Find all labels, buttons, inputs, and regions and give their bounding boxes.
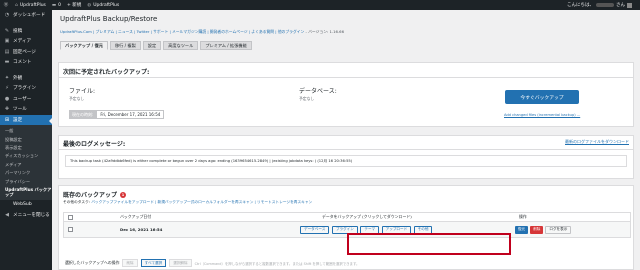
download-database-button[interactable]: データベース bbox=[300, 225, 330, 234]
tab-advanced-tools[interactable]: 高度なツール bbox=[163, 41, 199, 50]
submenu-privacy[interactable]: プライバシー bbox=[0, 177, 52, 185]
page-title: UpdraftPlus Backup/Restore bbox=[60, 15, 158, 23]
select-all-button[interactable]: すべて選択 bbox=[140, 259, 167, 267]
page-icon: ▤ bbox=[4, 48, 10, 55]
collapse-menu-button[interactable]: ◀ メニューを閉じる bbox=[0, 210, 52, 221]
table-header: バックアップ日付 データをバックアップ (クリックしてダウンロード) 操作 bbox=[63, 212, 631, 222]
more-tasks: その他のタスク: バックアップファイルをアップロード | 新規バックアップ一式の… bbox=[63, 200, 313, 204]
delete-button[interactable]: 削除 bbox=[530, 225, 544, 234]
admin-sidebar: ◔ ダッシュボード ✎ 投稿 ▣ メディア ▤ 固定ページ ▬ コメント ✦ 外観 ⚡ プラグ… bbox=[0, 10, 52, 270]
current-time: 現在の時刻: Fri, December 17, 2021 16:54 bbox=[69, 110, 165, 119]
backup-now-button[interactable]: 今すぐバックアップ bbox=[505, 90, 579, 104]
settings-icon: ⊞ bbox=[4, 116, 10, 123]
avatar-icon bbox=[627, 2, 632, 8]
settings-submenu: 一般 投稿設定 表示設定 ディスカッション メディア パーマリンク プライバシー… bbox=[0, 125, 52, 200]
last-log-panel: 最後のログメッセージ: 最新のログファイルをダウンロード This backup… bbox=[58, 135, 634, 179]
files-label: ファイル: bbox=[69, 88, 96, 95]
last-log-heading: 最後のログメッセージ: bbox=[63, 141, 126, 148]
backups-table: バックアップ日付 データをバックアップ (クリックしてダウンロード) 操作 De… bbox=[63, 212, 631, 238]
bulk-hint: Ctrl（Command）を押しながら選択すると複数選択できます。または Shi… bbox=[194, 261, 360, 266]
menu-plugins[interactable]: ⚡ プラグイン bbox=[0, 83, 52, 94]
site-name-link[interactable]: ⌂ UpdraftPlus bbox=[12, 0, 49, 10]
menu-media[interactable]: ▣ メディア bbox=[0, 36, 52, 47]
dashboard-icon: ◔ bbox=[4, 12, 10, 19]
menu-dashboard[interactable]: ◔ ダッシュボード bbox=[0, 10, 52, 21]
submenu-permalinks[interactable]: パーマリンク bbox=[0, 169, 52, 177]
my-account[interactable]: こんにちは、 さん bbox=[564, 0, 640, 10]
media-icon: ▣ bbox=[4, 38, 10, 45]
log-message: This backup task (42a9ddbb6fed) is eithe… bbox=[65, 155, 627, 167]
appearance-icon: ✦ bbox=[4, 74, 10, 81]
files-schedule: 予定なし bbox=[69, 96, 85, 101]
restore-button[interactable]: 復元 bbox=[515, 225, 529, 234]
bulk-actions: 選択したバックアップへの操作 削除 すべて選択 選択解除 Ctrl（Comman… bbox=[65, 259, 360, 267]
menu-websub[interactable]: WebSub bbox=[0, 200, 52, 211]
plugin-links[interactable]: UpdraftPlus.Com | プレミアム | ニュース | Twitter… bbox=[60, 29, 344, 35]
submenu-reading[interactable]: 表示設定 bbox=[0, 144, 52, 152]
comments-link[interactable]: ▬ 0 bbox=[49, 0, 64, 10]
download-others-button[interactable]: その他 bbox=[413, 225, 433, 234]
user-icon: ● bbox=[4, 95, 10, 102]
menu-users[interactable]: ● ユーザー bbox=[0, 94, 52, 105]
existing-backups-panel: 既存のバックアップ 1 その他のタスク: バックアップファイルをアップロード | … bbox=[58, 185, 634, 270]
download-plugins-button[interactable]: プラグイン bbox=[331, 225, 358, 234]
download-uploads-button[interactable]: アップロード bbox=[381, 225, 412, 234]
download-buttons: データベース プラグイン テーマ アップロード その他 bbox=[300, 225, 433, 234]
incremental-backup-link[interactable]: Add changed files (incremental backup) .… bbox=[504, 113, 580, 117]
view-log-button[interactable]: ログを表示 bbox=[545, 225, 572, 234]
existing-backups-heading: 既存のバックアップ 1 bbox=[63, 191, 127, 199]
plugin-icon: ⚡ bbox=[5, 85, 9, 92]
submenu-general[interactable]: 一般 bbox=[0, 127, 52, 135]
nav-tabs: バックアップ / 復元 移行 / 複製 設定 高度なツール プレミアム / 拡張… bbox=[60, 41, 252, 50]
menu-comments[interactable]: ▬ コメント bbox=[0, 57, 52, 68]
tools-icon: ✚ bbox=[4, 106, 10, 113]
submenu-discussion[interactable]: ディスカッション bbox=[0, 152, 52, 160]
menu-appearance[interactable]: ✦ 外観 bbox=[0, 73, 52, 84]
updraft-icon: ◍ bbox=[87, 2, 92, 8]
tab-premium[interactable]: プレミアム / 拡張機能 bbox=[200, 41, 252, 50]
new-content-link[interactable]: + 新規 bbox=[64, 0, 84, 10]
next-backups-heading: 次回に予定されたバックアップ: bbox=[63, 69, 150, 76]
comment-icon: ▬ bbox=[51, 2, 57, 8]
username-blurred bbox=[596, 3, 614, 7]
deselect-button[interactable]: 選択解除 bbox=[169, 259, 192, 267]
submenu-writing[interactable]: 投稿設定 bbox=[0, 135, 52, 143]
updraft-menu[interactable]: ◍ UpdraftPlus bbox=[84, 0, 122, 10]
collapse-icon: ◀ bbox=[5, 212, 9, 219]
admin-bar: ⓪ ⌂ UpdraftPlus ▬ 0 + 新規 ◍ UpdraftPlus こんにち… bbox=[0, 0, 640, 10]
tab-migrate-clone[interactable]: 移行 / 複製 bbox=[109, 41, 141, 50]
tab-settings[interactable]: 設定 bbox=[142, 41, 162, 50]
table-row: Dec 16, 2021 16:54 データベース プラグイン テーマ アップロ… bbox=[63, 222, 631, 238]
backup-date: Dec 16, 2021 16:54 bbox=[120, 227, 163, 232]
submenu-media[interactable]: メディア bbox=[0, 161, 52, 169]
more-tasks-links[interactable]: バックアップファイルをアップロード | 新規バックアップ一式のローカルフォルダー… bbox=[91, 200, 312, 204]
database-label: データベース: bbox=[299, 88, 337, 95]
next-backups-panel: 次回に予定されたバックアップ: ファイル: 予定なし データベース: 予定なし … bbox=[58, 62, 634, 127]
download-log-link[interactable]: 最新のログファイルをダウンロード bbox=[565, 139, 629, 145]
pin-icon: ✎ bbox=[4, 27, 10, 34]
row-actions: 復元 削除 ログを表示 bbox=[515, 225, 572, 234]
home-icon: ⌂ bbox=[15, 2, 18, 8]
database-schedule: 予定なし bbox=[299, 96, 315, 101]
comment-icon: ▬ bbox=[4, 59, 10, 66]
tab-backup-restore[interactable]: バックアップ / 復元 bbox=[60, 41, 108, 50]
menu-tools[interactable]: ✚ ツール bbox=[0, 104, 52, 115]
row-checkbox[interactable] bbox=[68, 227, 73, 232]
download-themes-button[interactable]: テーマ bbox=[360, 225, 380, 234]
backup-count-badge: 1 bbox=[120, 191, 127, 198]
menu-settings[interactable]: ⊞ 設定 bbox=[0, 114, 52, 125]
bulk-delete-button[interactable]: 削除 bbox=[122, 259, 138, 267]
main-content: UpdraftPlus Backup/Restore UpdraftPlus.C… bbox=[52, 10, 640, 270]
select-all-checkbox[interactable] bbox=[68, 214, 73, 220]
submenu-updraftplus[interactable]: UpdraftPlus バックアップ bbox=[0, 186, 52, 198]
wordpress-logo-icon[interactable]: ⓪ bbox=[0, 0, 12, 10]
menu-posts[interactable]: ✎ 投稿 bbox=[0, 26, 52, 37]
menu-pages[interactable]: ▤ 固定ページ bbox=[0, 47, 52, 58]
